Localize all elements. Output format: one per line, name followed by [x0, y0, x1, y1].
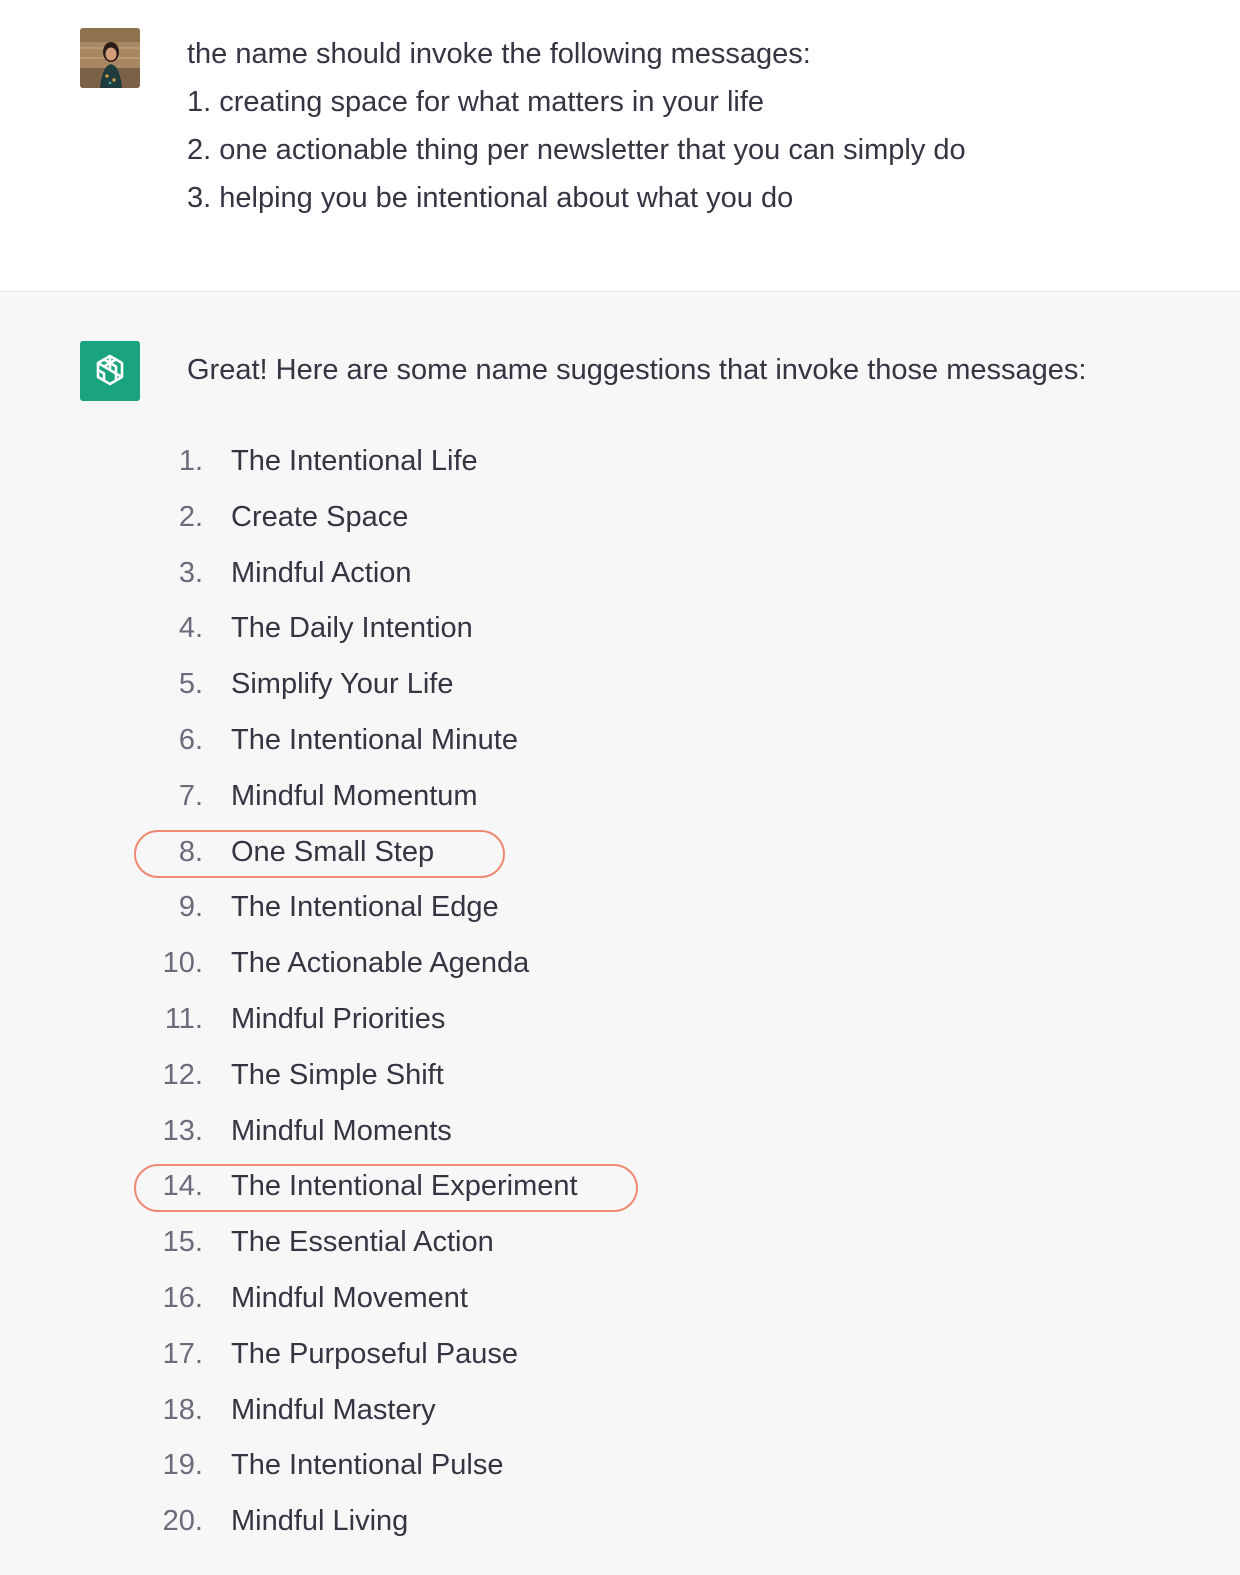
list-item-label: Mindful Priorities — [231, 1002, 446, 1035]
list-item: 2. Create Space — [0, 493, 1240, 549]
list-item-label: Mindful Living — [231, 1505, 409, 1538]
list-item-label: Mindful Movement — [231, 1281, 468, 1314]
list-item-number: 14. — [162, 1170, 203, 1203]
user-message-line: the name should invoke the following mes… — [187, 38, 811, 70]
list-item-number: 19. — [162, 1449, 203, 1482]
list-item-label: The Intentional Minute — [231, 723, 518, 756]
list-item-number: 16. — [162, 1281, 203, 1314]
list-item: 4. The Daily Intention — [0, 604, 1240, 660]
user-message-line: 3. helping you be intentional about what… — [187, 182, 794, 214]
list-item-label: The Daily Intention — [231, 612, 473, 645]
list-item-label: The Intentional Experiment — [231, 1170, 578, 1203]
list-item: 5. Simplify Your Life — [0, 660, 1240, 716]
list-item-label: The Intentional Life — [231, 445, 478, 477]
list-item: 10. The Actionable Agenda — [0, 939, 1240, 995]
user-message-line: 1. creating space for what matters in yo… — [187, 86, 765, 118]
list-item-number: 10. — [162, 947, 203, 980]
list-item-label: Mindful Momentum — [231, 779, 478, 812]
list-item: 20. Mindful Living — [0, 1497, 1240, 1553]
list-item-number: 18. — [162, 1393, 203, 1426]
list-item-highlighted: 8. One Small Step — [0, 828, 1240, 884]
list-item: 15. The Essential Action — [0, 1218, 1240, 1274]
list-item-label: The Essential Action — [231, 1226, 494, 1259]
list-item-number: 12. — [162, 1058, 203, 1091]
list-item-number: 5. — [178, 668, 203, 701]
list-item: 18. Mindful Mastery — [0, 1386, 1240, 1442]
user-message-line: 2. one actionable thing per newsletter t… — [187, 134, 966, 166]
user-message: the name should invoke the following mes… — [0, 0, 1240, 292]
list-item-number: 9. — [178, 891, 203, 924]
assistant-avatar — [80, 341, 140, 401]
assistant-message: Great! Here are some name suggestions th… — [0, 292, 1240, 1575]
list-item-number: 11. — [164, 1002, 203, 1035]
list-item-number: 17. — [162, 1337, 203, 1370]
list-item: 9. The Intentional Edge — [0, 883, 1240, 939]
list-item-number: 20. — [162, 1505, 203, 1538]
list-item-label: The Actionable Agenda — [231, 947, 530, 980]
list-item-highlighted: 14. The Intentional Experiment — [0, 1162, 1240, 1218]
list-item: 13. Mindful Moments — [0, 1107, 1240, 1163]
list-item-label: Mindful Moments — [231, 1114, 452, 1147]
list-item-label: Mindful Action — [231, 556, 412, 589]
list-item: 12. The Simple Shift — [0, 1051, 1240, 1107]
list-item-label: The Simple Shift — [231, 1058, 444, 1091]
list-item: 6. The Intentional Minute — [0, 716, 1240, 772]
list-item-number: 1. — [178, 445, 203, 477]
list-item-number: 15. — [162, 1226, 203, 1259]
list-item-label: The Intentional Edge — [231, 891, 499, 924]
name-suggestions-list: 1. The Intentional Life 2. Create Space 3.… — [0, 437, 1240, 1553]
list-item-label: Simplify Your Life — [231, 668, 454, 701]
list-item-number: 8. — [178, 835, 203, 868]
list-item: 17. The Purposeful Pause — [0, 1330, 1240, 1386]
list-item-label: The Purposeful Pause — [231, 1337, 518, 1370]
list-item-number: 2. — [178, 500, 203, 533]
list-item-label: One Small Step — [231, 835, 435, 868]
list-item-number: 3. — [178, 556, 203, 589]
list-item-number: 6. — [178, 723, 203, 756]
user-message-text: the name should invoke the following mes… — [187, 30, 966, 222]
list-item-label: Mindful Mastery — [231, 1393, 436, 1426]
list-item-label: The Intentional Pulse — [231, 1449, 504, 1482]
user-photo-icon — [80, 28, 140, 88]
assistant-intro-text: Great! Here are some name suggestions th… — [187, 354, 1087, 386]
list-item: 19. The Intentional Pulse — [0, 1441, 1240, 1497]
list-item-number: 7. — [178, 779, 203, 812]
openai-logo-icon — [96, 354, 124, 386]
list-item: 11. Mindful Priorities — [0, 995, 1240, 1051]
list-item: 1. The Intentional Life — [0, 437, 1240, 493]
list-item: 16. Mindful Movement — [0, 1274, 1240, 1330]
list-item-label: Create Space — [231, 500, 409, 533]
user-avatar — [80, 28, 140, 88]
list-item: 3. Mindful Action — [0, 549, 1240, 605]
list-item-number: 13. — [162, 1114, 203, 1147]
list-item-number: 4. — [178, 612, 203, 645]
list-item: 7. Mindful Momentum — [0, 772, 1240, 828]
